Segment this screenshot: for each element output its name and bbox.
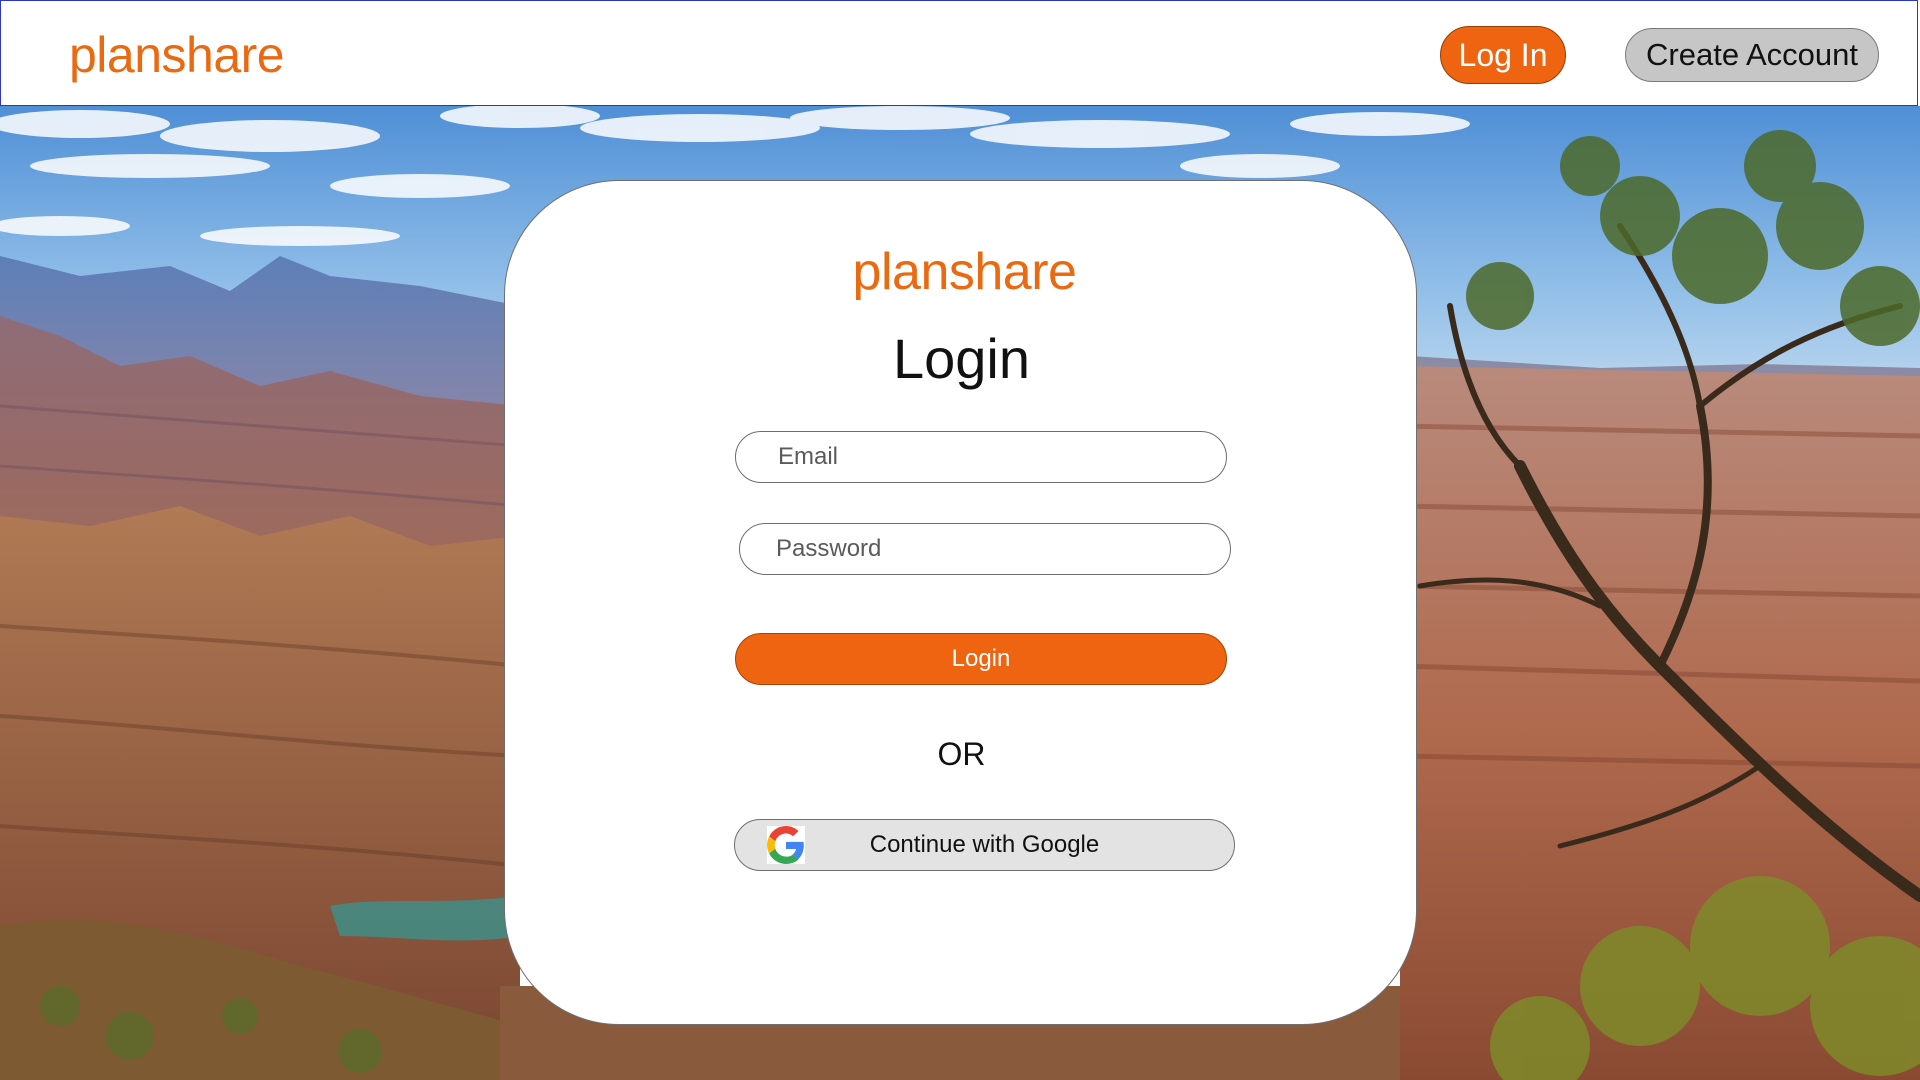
login-card: planshare Login Login OR Continue with G… [504, 180, 1417, 1025]
navbar-logo[interactable]: planshare [69, 25, 285, 85]
login-heading: Login [892, 327, 1031, 390]
login-button[interactable]: Login [735, 633, 1227, 685]
continue-with-google-button[interactable]: Continue with Google [734, 819, 1235, 871]
nav-login-button[interactable]: Log In [1440, 26, 1566, 84]
top-navbar: planshare Log In Create Account [0, 0, 1918, 106]
nav-create-account-button[interactable]: Create Account [1625, 28, 1879, 82]
or-divider-text: OR [937, 736, 986, 772]
email-input[interactable] [736, 432, 1226, 482]
google-button-label: Continue with Google [869, 831, 1100, 858]
email-field[interactable] [735, 431, 1227, 483]
login-page: planshare Log In Create Account planshar… [0, 0, 1920, 1080]
card-logo: planshare [852, 243, 1077, 301]
password-field[interactable] [739, 523, 1231, 575]
password-input[interactable] [740, 524, 1230, 574]
